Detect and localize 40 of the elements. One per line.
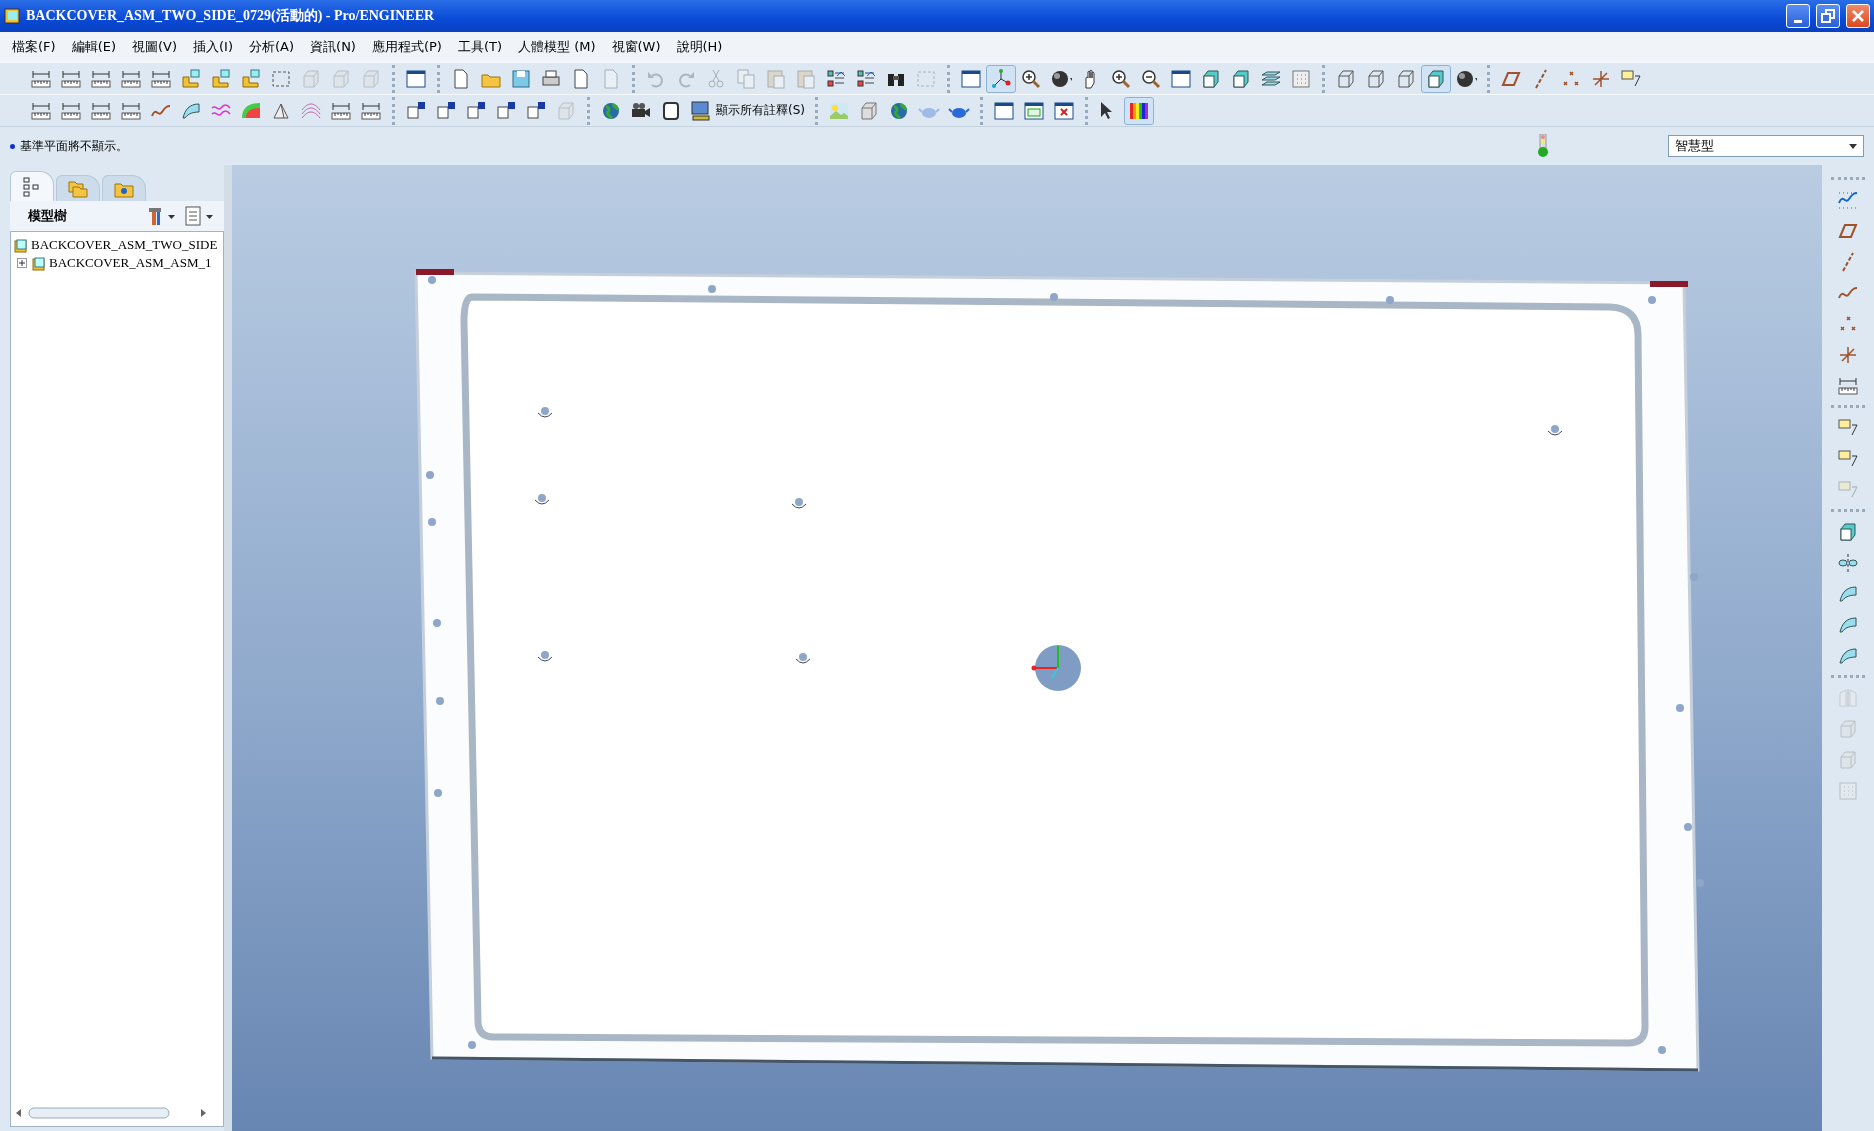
show-annotations-button[interactable]: 顯示所有註釋(S): [686, 96, 809, 125]
menu-item[interactable]: 應用程式(P): [363, 38, 450, 56]
tree-item[interactable]: BACKCOVER_ASM_TWO_SIDE: [31, 237, 218, 253]
menu-item[interactable]: 分析(A): [241, 38, 303, 56]
minimize-icon: [1794, 19, 1802, 23]
panel-tab[interactable]: [56, 175, 100, 201]
restore-button[interactable]: [1816, 4, 1840, 28]
status-message: 基準平面將不顯示。: [20, 137, 128, 155]
panel-title: 模型樹: [26, 207, 68, 225]
panel-tab[interactable]: [102, 175, 146, 201]
tree-item[interactable]: BACKCOVER_ASM_ASM_1: [49, 255, 212, 271]
filter-dropdown[interactable]: 智慧型: [1668, 135, 1864, 157]
menu-item[interactable]: 人體模型 (M): [510, 38, 604, 56]
app-icon: [4, 8, 20, 24]
rainbow-icon[interactable]: [1124, 96, 1154, 125]
restore-icon: [1821, 9, 1835, 23]
minimize-button[interactable]: [1786, 4, 1810, 28]
menu-item[interactable]: 資訊(N): [302, 38, 364, 56]
close-icon: [1851, 9, 1865, 23]
monitor-icon: [690, 99, 712, 122]
traffic-light-icon: [1538, 134, 1548, 158]
expand-icon[interactable]: [17, 257, 28, 269]
menu-item[interactable]: 視圖(V): [124, 38, 186, 56]
menu-item[interactable]: 視窗(W): [603, 38, 669, 56]
menu-item[interactable]: 插入(I): [185, 38, 241, 56]
close-button[interactable]: [1846, 4, 1870, 28]
assembly-icon: [31, 255, 46, 271]
bullet-icon: [10, 143, 15, 149]
caret-icon: [1849, 143, 1857, 149]
model-viewport[interactable]: [232, 165, 1822, 1131]
shaded-cube-icon[interactable]: [1421, 64, 1451, 93]
nodes-icon[interactable]: [986, 64, 1016, 93]
window-title: BACKCOVER_ASM_TWO_SIDE_0729(活動的) - Pro/ENGINEER: [26, 7, 436, 25]
menu-item[interactable]: 工具(T): [449, 38, 510, 56]
coordinate-system-marker: [1031, 645, 1081, 691]
menu-item[interactable]: 編輯(E): [63, 38, 124, 56]
assembly-icon: [13, 237, 28, 253]
menu-item[interactable]: 說明(H): [668, 38, 731, 56]
menu-item[interactable]: 檔案(F): [4, 38, 64, 56]
panel-tab[interactable]: [10, 171, 54, 201]
